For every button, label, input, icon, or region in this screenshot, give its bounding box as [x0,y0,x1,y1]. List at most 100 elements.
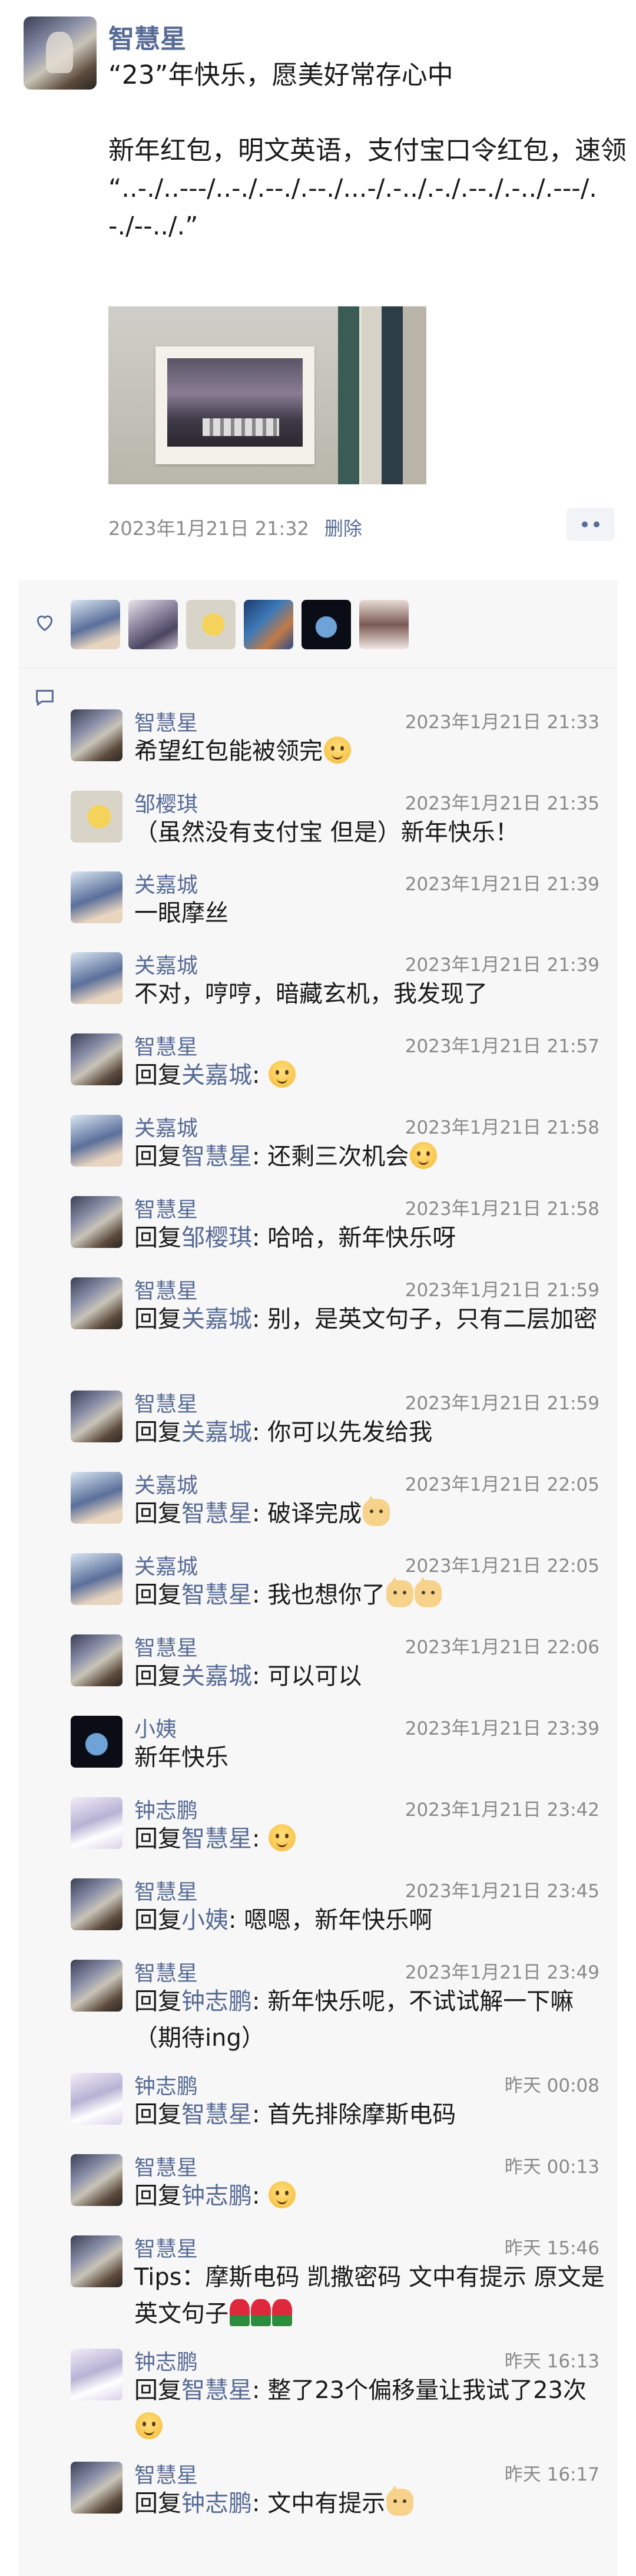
comment-author[interactable]: 智慧星 [134,1274,198,1304]
like-avatar[interactable] [302,600,351,649]
comment-text[interactable]: 回复关嘉城: 别，是英文句子，只有二层加密 [134,1301,605,1374]
reply-target[interactable]: 智慧星 [181,2377,252,2404]
reply-target[interactable]: 钟志鹏 [181,1988,252,2015]
comment-author[interactable]: 智慧星 [134,2151,198,2181]
comment-avatar[interactable] [71,2154,122,2206]
comment-author[interactable]: 智慧星 [134,2458,198,2489]
comment-author[interactable]: 智慧星 [134,1631,198,1662]
comment-author[interactable]: 智慧星 [134,1193,198,1223]
reply-target[interactable]: 智慧星 [181,1581,252,1609]
face-emoji-icon [269,1061,296,1088]
reply-target[interactable]: 邹樱琪 [181,1224,252,1251]
comment-avatar[interactable] [71,1878,122,1930]
more-button[interactable] [567,508,615,541]
comment-avatar[interactable] [71,1634,122,1686]
comment-avatar[interactable] [71,791,122,843]
comment-avatar[interactable] [71,952,122,1004]
comment-author[interactable]: 智慧星 [134,1875,198,1905]
rose-emoji-icon [272,2299,292,2326]
comment-content: : 别，是英文句子，只有二层加密 [252,1306,598,1333]
reply-prefix: 回复 [134,1419,181,1446]
reply-target[interactable]: 钟志鹏 [181,2490,252,2517]
comment-author[interactable]: 关嘉城 [134,1468,198,1499]
reply-target[interactable]: 智慧星 [181,1143,252,1170]
comment-author[interactable]: 智慧星 [134,1030,198,1061]
comment-author[interactable]: 小姨 [134,1712,177,1743]
comment-author[interactable]: 钟志鹏 [134,2069,198,2100]
comment-text[interactable]: 希望红包能被领完 [134,733,605,770]
interaction-panel: 智慧星 2023年1月21日 21:33 希望红包能被领完 邹樱琪 2023年1月21日… [19,580,617,2576]
comment-text[interactable]: 回复智慧星: 整了23个偏移量让我试了23次 [134,2372,605,2445]
comment-author[interactable]: 钟志鹏 [134,2345,198,2376]
comment-author[interactable]: 智慧星 [134,1387,198,1418]
comment-text[interactable]: 回复小姨: 嗯嗯，新年快乐啊 [134,1902,605,1938]
comment-avatar[interactable] [71,2235,122,2287]
reply-target[interactable]: 智慧星 [181,1500,252,1527]
comment-text[interactable]: 不对，哼哼，暗藏玄机，我发现了 [134,976,605,1012]
reply-target[interactable]: 小姨 [181,1907,228,1934]
comment-avatar[interactable] [71,1797,122,1849]
comment-author[interactable]: 邹樱琪 [134,787,198,818]
comment-content: 新年快乐 [134,1744,228,1771]
reply-target[interactable]: 钟志鹏 [181,2182,252,2210]
like-avatar[interactable] [186,600,236,649]
comment-author[interactable]: 智慧星 [134,2232,198,2263]
comment-text[interactable]: 回复关嘉城: 可以可以 [134,1658,605,1695]
comment-avatar[interactable] [71,2462,122,2514]
reply-target[interactable]: 关嘉城 [181,1306,252,1333]
comment-text[interactable]: 回复智慧星: 还剩三次机会 [134,1138,605,1175]
comment-text[interactable]: 回复邹樱琪: 哈哈，新年快乐呀 [134,1220,605,1256]
author-avatar[interactable] [24,16,97,90]
comment-avatar[interactable] [71,1553,122,1605]
comment-text[interactable]: 回复智慧星: [134,1821,605,1857]
comment-text[interactable]: （虽然没有支付宝 但是）新年快乐！ [134,814,605,851]
reply-target[interactable]: 关嘉城 [181,1663,252,1690]
like-avatar[interactable] [244,600,293,649]
comment-content: : 整了23个偏移量让我试了23次 [252,2377,587,2404]
comment-author[interactable]: 关嘉城 [134,1111,198,1142]
comment-avatar[interactable] [71,871,122,923]
comment-text[interactable]: 回复关嘉城: [134,1057,605,1094]
comment-time: 昨天 00:08 [504,2075,599,2096]
like-avatar[interactable] [128,600,178,649]
comment-avatar[interactable] [71,2073,122,2125]
comment-text[interactable]: 回复智慧星: 破译完成 [134,1495,605,1532]
comment-text[interactable]: 回复钟志鹏: 文中有提示 [134,2485,605,2522]
comment-icon [36,689,54,706]
comment-avatar[interactable] [71,1391,122,1442]
comment-author[interactable]: 关嘉城 [134,949,198,979]
comment-text[interactable]: 回复钟志鹏: [134,2178,605,2214]
comment-avatar[interactable] [71,1277,122,1329]
reply-target[interactable]: 关嘉城 [181,1419,252,1446]
comment-avatar[interactable] [71,1716,122,1768]
delete-link[interactable]: 删除 [324,517,362,540]
like-avatar[interactable] [359,600,409,649]
reply-target[interactable]: 智慧星 [181,1825,252,1852]
post-photo[interactable] [108,306,426,484]
comment-avatar[interactable] [71,709,122,761]
comment-text[interactable]: 新年快乐 [134,1739,605,1776]
reply-target[interactable]: 关嘉城 [181,1062,252,1089]
comment-avatar[interactable] [71,1472,122,1524]
author-name[interactable]: 智慧星 [108,18,186,55]
comment-author[interactable]: 智慧星 [134,706,198,737]
comment-author[interactable]: 关嘉城 [134,868,198,899]
comment-avatar[interactable] [71,2349,122,2400]
comment-text[interactable]: 回复关嘉城: 你可以先发给我 [134,1414,605,1451]
comment-content: : 首先排除摩斯电码 [252,2101,456,2128]
comment-avatar[interactable] [71,1960,122,2012]
comment-author[interactable]: 关嘉城 [134,1550,198,1580]
like-avatar[interactable] [71,600,120,649]
comment-author[interactable]: 智慧星 [134,1956,198,1987]
comment-text[interactable]: Tips：摩斯电码 凯撒密码 文中有提示 原文是英文句子 [134,2259,605,2332]
comment-text[interactable]: 回复智慧星: 我也想你了 [134,1577,605,1613]
comment-text[interactable]: 一眼摩丝 [134,895,605,932]
comment-content: Tips：摩斯电码 凯撒密码 文中有提示 原文是英文句子 [134,2264,605,2327]
reply-target[interactable]: 智慧星 [181,2101,252,2128]
comment-avatar[interactable] [71,1033,122,1085]
comment-avatar[interactable] [71,1196,122,1248]
comment-author[interactable]: 钟志鹏 [134,1794,198,1824]
comment-text[interactable]: 回复智慧星: 首先排除摩斯电码 [134,2096,605,2133]
comment-avatar[interactable] [71,1115,122,1167]
comment-text[interactable]: 回复钟志鹏: 新年快乐呢，不试试解一下嘛（期待ing） [134,1983,605,2056]
